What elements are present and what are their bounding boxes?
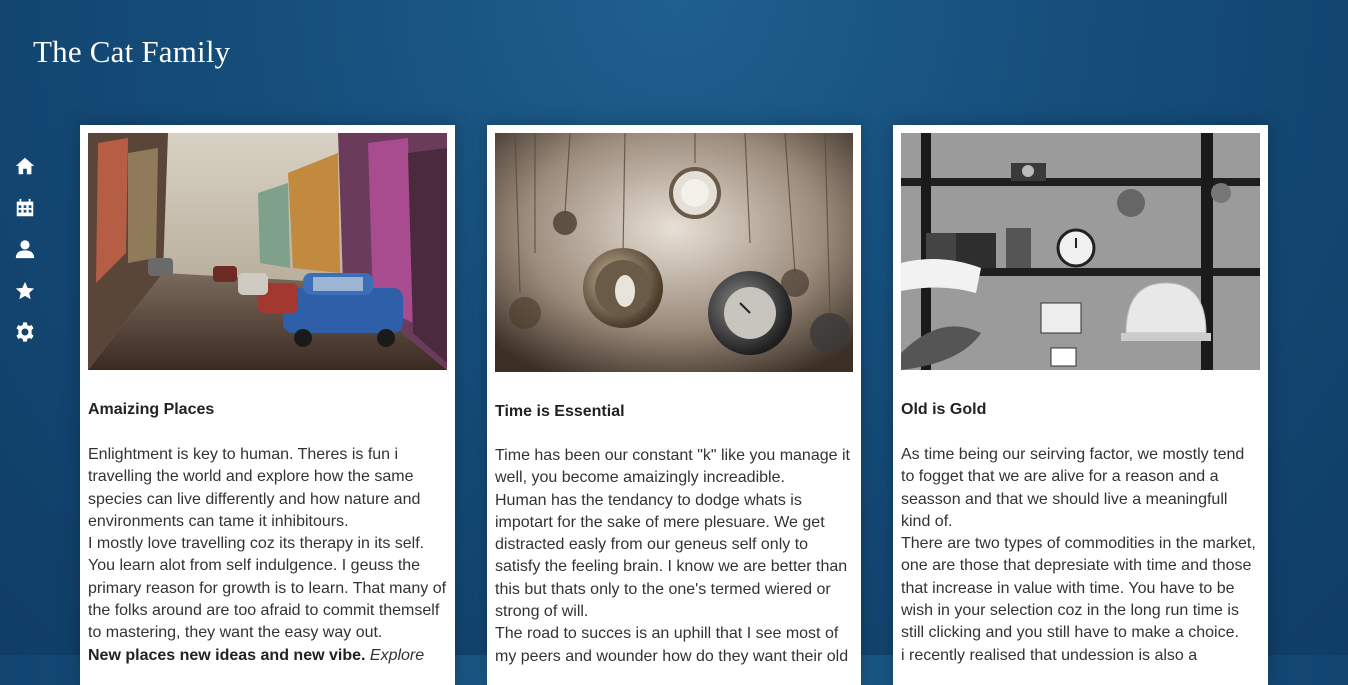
calendar-icon[interactable] <box>14 197 38 221</box>
card-title: Time is Essential <box>495 403 625 420</box>
card-body: Time has been our constant "k" like you … <box>495 445 853 668</box>
card-italic-text: Explore <box>369 646 425 664</box>
site-title: The Cat Family <box>33 34 231 69</box>
card-paragraph: Time has been our constant "k" like you … <box>495 447 850 487</box>
card-paragraph: Human has the tendancy to dodge whats is… <box>495 491 848 621</box>
street-cars-image <box>88 133 447 370</box>
home-icon[interactable] <box>14 155 38 179</box>
card-paragraph: There are two types of commodities in th… <box>901 535 1256 642</box>
card-paragraph: The road to succes is an uphill that I s… <box>495 625 849 665</box>
card-old-is-gold: Old is Gold As time being our seirving f… <box>893 125 1268 685</box>
card-title: Old is Gold <box>901 401 987 418</box>
card-time-is-essential: Time is Essential Time has been our cons… <box>487 125 861 685</box>
card-bold-line: New places new ideas and new vibe. <box>88 646 366 664</box>
user-icon[interactable] <box>14 238 38 262</box>
card-paragraph: As time being our seirving factor, we mo… <box>901 446 1245 530</box>
card-paragraph: i recently realised that undession is al… <box>901 646 1198 664</box>
card-amaizing-places: Amaizing Places Enlightment is key to hu… <box>80 125 455 685</box>
gear-icon[interactable] <box>14 321 38 345</box>
card-paragraph: New places new ideas and new vibe. Explo… <box>88 645 447 667</box>
sidebar-nav <box>14 155 38 363</box>
card-body: Enlightment is key to human. Theres is f… <box>88 444 447 667</box>
card-body: As time being our seirving factor, we mo… <box>901 444 1260 667</box>
card-paragraph: I mostly love travelling coz its therapy… <box>88 535 447 642</box>
vintage-shelves-image <box>901 133 1260 370</box>
card-paragraph: Enlightment is key to human. Theres is f… <box>88 446 421 530</box>
card-title: Amaizing Places <box>88 401 215 418</box>
pocket-watches-image <box>495 133 853 372</box>
star-icon[interactable] <box>14 280 38 304</box>
